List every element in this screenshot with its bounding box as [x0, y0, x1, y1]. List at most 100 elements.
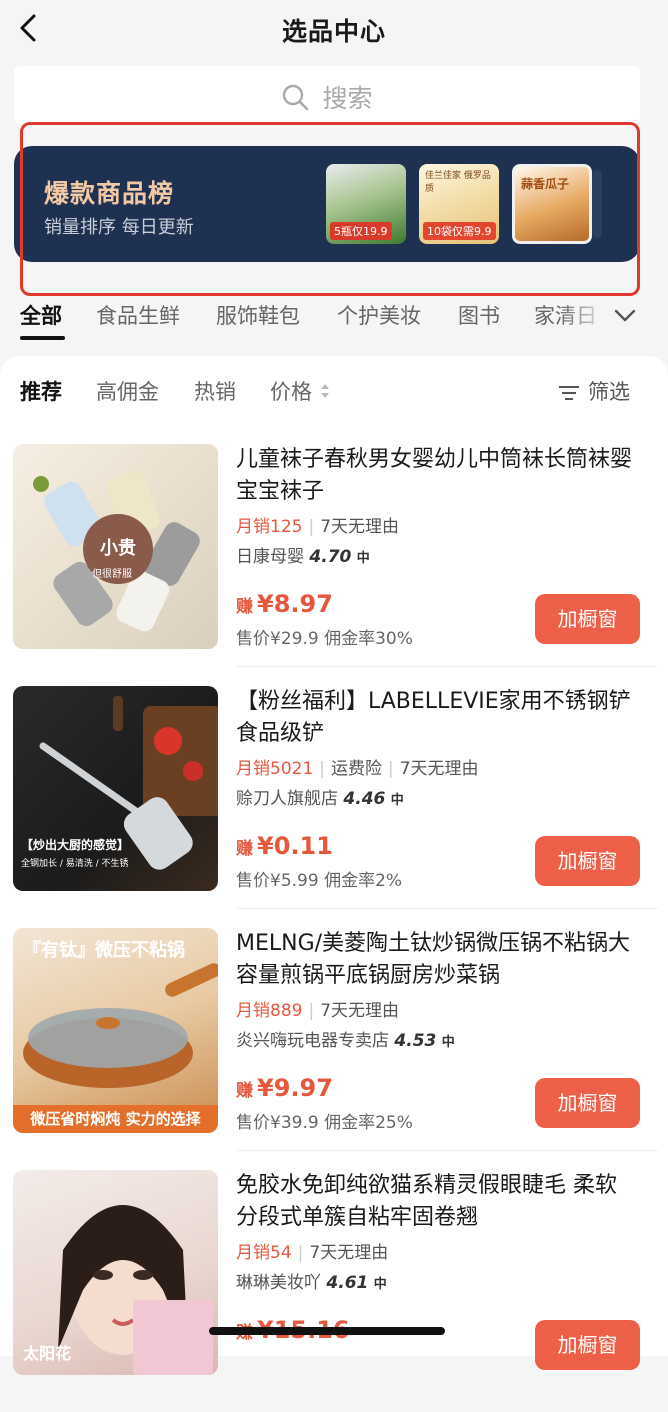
tag-7day-return: 7天无理由	[320, 517, 400, 537]
product-meta: 月销5021 | 运费险 | 7天无理由	[236, 759, 479, 779]
sort-hot[interactable]: 热销	[194, 376, 236, 406]
filter-button[interactable]: 筛选	[588, 376, 630, 406]
shop-info: 琳琳美妆吖 4.61 中	[236, 1268, 387, 1293]
tab-all[interactable]: 全部	[20, 300, 62, 330]
banner-thumb-3-label: 蒜香瓜子	[521, 177, 570, 191]
chevron-down-icon[interactable]	[612, 302, 638, 328]
badge-subtext: 但很舒服	[92, 569, 132, 580]
monthly-sales: 月销125	[236, 517, 303, 537]
banner-thumb-1-tag: 5瓶仅19.9	[330, 222, 392, 240]
top-bar: 选品中心	[0, 0, 668, 58]
shop-level: 中	[356, 551, 370, 566]
price-commission-rate: 售价¥5.99 佣金率2%	[236, 871, 403, 891]
search-icon	[283, 84, 309, 111]
divider	[236, 1150, 658, 1151]
add-to-showcase-button[interactable]: 加橱窗	[535, 1078, 640, 1128]
product-image[interactable]: 小贵 但很舒服	[13, 444, 218, 649]
category-tabs: 全部 食品生鲜 服饰鞋包 个护美妆 图书 家清日	[0, 296, 668, 346]
earn-label: 赚	[236, 1081, 253, 1101]
sort-commission[interactable]: 高佣金	[96, 376, 159, 406]
tab-apparel[interactable]: 服饰鞋包	[216, 300, 300, 330]
commission-earn: 赚 ¥8.97	[236, 590, 333, 618]
monthly-sales: 月销54	[236, 1243, 292, 1263]
shop-info: 日康母婴 4.70 中	[236, 542, 370, 567]
shop-level: 中	[390, 793, 404, 808]
banner-thumb-2-tag: 10袋仅需9.9	[423, 222, 496, 240]
tab-beauty[interactable]: 个护美妆	[337, 300, 421, 330]
earn-value: ¥8.97	[257, 590, 333, 618]
sort-price[interactable]: 价格	[270, 376, 312, 406]
banner-thumb-stack	[592, 170, 602, 238]
sort-arrows-icon	[321, 384, 329, 398]
product-meta: 月销889 | 7天无理由	[236, 1001, 400, 1021]
shop-name: 炎兴嗨玩电器专卖店	[236, 1031, 389, 1051]
shop-info: 赊刀人旗舰店 4.46 中	[236, 784, 404, 809]
tab-fade	[560, 296, 610, 336]
shop-score: 4.61	[326, 1273, 369, 1293]
product-title[interactable]: 【粉丝福利】LABELLEVIE家用不锈钢铲食品级铲	[236, 686, 636, 750]
banner-thumb-3: 蒜香瓜子	[512, 164, 592, 244]
product-title[interactable]: 儿童袜子春秋男女婴幼儿中筒袜长筒袜婴宝宝袜子	[236, 444, 636, 508]
product-image[interactable]: 【炒出大厨的感觉】 全钢加长 / 易清洗 / 不生锈	[13, 686, 218, 891]
product-card[interactable]: 小贵 但很舒服 儿童袜子春秋男女婴幼儿中筒袜长筒袜婴宝宝袜子 月销125 | 7天无…	[0, 444, 668, 686]
product-meta: 月销54 | 7天无理由	[236, 1243, 389, 1263]
image-caption-sub: 全钢加长 / 易清洗 / 不生锈	[21, 859, 129, 869]
add-to-showcase-button[interactable]: 加橱窗	[535, 1320, 640, 1370]
page-title: 选品中心	[281, 17, 386, 46]
monthly-sales: 月销5021	[236, 759, 314, 779]
shop-level: 中	[441, 1035, 455, 1050]
product-image[interactable]: 太阳花	[13, 1170, 218, 1375]
product-meta: 月销125 | 7天无理由	[236, 517, 400, 537]
hot-products-banner[interactable]: 爆款商品榜 销量排序 每日更新 5瓶仅19.9 佳兰佳家 俄罗品质 10袋仅需9…	[14, 146, 640, 262]
shop-info: 炎兴嗨玩电器专卖店 4.53 中	[236, 1026, 455, 1051]
shop-name: 琳琳美妆吖	[236, 1273, 321, 1293]
earn-value: ¥0.11	[257, 832, 333, 860]
divider	[236, 908, 658, 909]
product-card[interactable]: 『有钛』微压不粘锅 微压省时焖炖 实力的选择 MELNG/美菱陶土钛炒锅微压锅不…	[0, 928, 668, 1170]
search-placeholder: 搜索	[322, 84, 373, 113]
shop-score: 4.53	[394, 1031, 437, 1051]
badge-text: 小贵	[100, 538, 136, 559]
add-to-showcase-button[interactable]: 加橱窗	[535, 594, 640, 644]
banner-subtitle: 销量排序 每日更新	[44, 217, 194, 238]
commission-earn: 赚 ¥0.11	[236, 832, 333, 860]
tag-shipping-insurance: 运费险	[331, 759, 382, 779]
tab-active-indicator	[20, 336, 65, 340]
earn-label: 赚	[236, 597, 253, 617]
sort-recommend[interactable]: 推荐	[20, 376, 62, 406]
add-to-showcase-button[interactable]: 加橱窗	[535, 836, 640, 886]
search-bar[interactable]: 搜索	[14, 66, 640, 124]
image-title: 太阳花	[23, 1344, 72, 1363]
monthly-sales: 月销889	[236, 1001, 303, 1021]
tab-books[interactable]: 图书	[458, 300, 500, 330]
banner-thumb-1: 5瓶仅19.9	[326, 164, 406, 244]
banner-thumb-2: 佳兰佳家 俄罗品质 10袋仅需9.9	[419, 164, 499, 244]
banner-title: 爆款商品榜	[44, 179, 175, 208]
product-title[interactable]: 免胶水免卸纯欲猫系精灵假眼睫毛 柔软分段式单簇自粘牢固卷翘	[236, 1170, 636, 1234]
shop-name: 赊刀人旗舰店	[236, 789, 338, 809]
tab-food[interactable]: 食品生鲜	[96, 300, 180, 330]
divider	[236, 666, 658, 667]
shop-score: 4.70	[309, 547, 352, 567]
product-card[interactable]: 太阳花 免胶水免卸纯欲猫系精灵假眼睫毛 柔软分段式单簇自粘牢固卷翘 月销54 | 7…	[0, 1170, 668, 1412]
image-title: 『有钛』微压不粘锅	[23, 940, 185, 961]
commission-earn: 赚 ¥9.97	[236, 1074, 333, 1102]
product-card[interactable]: 【炒出大厨的感觉】 全钢加长 / 易清洗 / 不生锈 【粉丝福利】LABELLE…	[0, 686, 668, 928]
tag-7day-return: 7天无理由	[309, 1243, 389, 1263]
filter-icon[interactable]	[558, 384, 580, 402]
earn-label: 赚	[236, 839, 253, 859]
image-caption: 微压省时焖炖 实力的选择	[13, 1105, 218, 1133]
image-caption: 【炒出大厨的感觉】	[21, 838, 130, 852]
earn-value: ¥9.97	[257, 1074, 333, 1102]
home-indicator	[209, 1327, 445, 1335]
tag-7day-return: 7天无理由	[399, 759, 479, 779]
tag-7day-return: 7天无理由	[320, 1001, 400, 1021]
shop-score: 4.46	[343, 789, 386, 809]
shop-level: 中	[373, 1277, 387, 1292]
banner-thumb-2-top: 佳兰佳家 俄罗品质	[425, 171, 491, 194]
price-commission-rate: 售价¥39.9 佣金率25%	[236, 1113, 413, 1133]
shop-name: 日康母婴	[236, 547, 304, 567]
price-commission-rate: 售价¥29.9 佣金率30%	[236, 629, 413, 649]
product-image[interactable]: 『有钛』微压不粘锅 微压省时焖炖 实力的选择	[13, 928, 218, 1133]
product-title[interactable]: MELNG/美菱陶土钛炒锅微压锅不粘锅大容量煎锅平底锅厨房炒菜锅	[236, 928, 636, 992]
